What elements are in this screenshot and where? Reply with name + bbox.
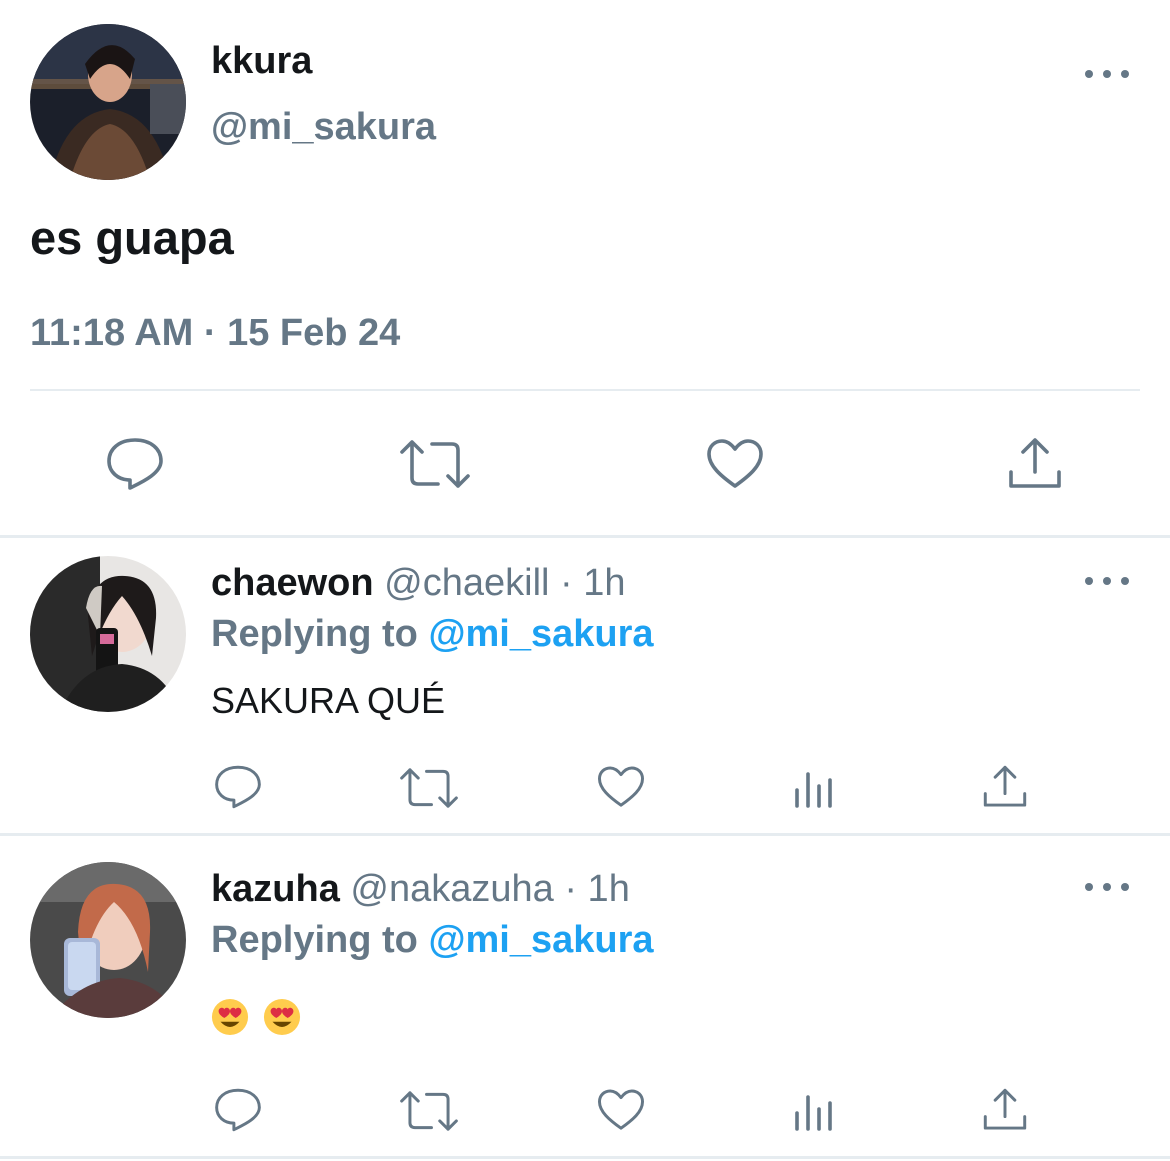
section-divider [0,535,1170,538]
heart-eyes-emoji [264,998,301,1036]
like-icon[interactable] [706,438,764,495]
reply-icon[interactable] [214,1087,262,1138]
retweet-icon[interactable] [400,766,458,815]
tweet-text: es guapa [30,211,234,264]
display-name[interactable]: kkura [211,40,312,83]
like-icon[interactable] [597,1088,645,1137]
section-divider [0,833,1170,836]
reply-text: SAKURA QUÉ [211,680,446,721]
reply-header: chaewon @chaekill · 1h [211,562,626,605]
divider [30,389,1140,391]
user-handle[interactable]: @chaekill [384,562,549,604]
analytics-icon[interactable] [793,1091,833,1136]
avatar[interactable] [30,24,186,180]
more-options-icon[interactable] [1085,571,1129,591]
avatar[interactable] [30,862,186,1018]
display-name[interactable]: chaewon [211,562,374,604]
reply-time: · 1h [560,562,626,604]
display-name[interactable]: kazuha [211,868,340,910]
replying-to: Replying to @mi_sakura [211,613,654,656]
reply-header: kazuha @nakazuha · 1h [211,868,630,911]
heart-eyes-emoji [211,998,249,1036]
reply-time: · 1h [564,868,630,910]
replying-handle-link[interactable]: @mi_sakura [428,919,653,961]
tweet-timestamp[interactable]: 11:18 AM · 15 Feb 24 [30,312,400,355]
replying-handle-link[interactable]: @mi_sakura [428,613,653,655]
share-icon[interactable] [1007,436,1063,497]
reply-icon[interactable] [214,764,262,815]
user-handle[interactable]: @nakazuha [350,868,553,910]
share-icon[interactable] [982,764,1028,815]
section-divider [0,1156,1170,1159]
share-icon[interactable] [982,1087,1028,1138]
user-handle[interactable]: @mi_sakura [211,106,436,149]
replying-label: Replying to [211,613,418,655]
more-options-icon[interactable] [1085,877,1129,897]
analytics-icon[interactable] [793,768,833,813]
reply-text [211,998,311,1036]
retweet-icon[interactable] [400,1089,458,1138]
more-options-icon[interactable] [1085,64,1129,84]
like-icon[interactable] [597,765,645,814]
replying-label: Replying to [211,919,418,961]
replying-to: Replying to @mi_sakura [211,919,654,962]
retweet-icon[interactable] [400,438,470,495]
avatar[interactable] [30,556,186,712]
reply-icon[interactable] [106,436,164,497]
